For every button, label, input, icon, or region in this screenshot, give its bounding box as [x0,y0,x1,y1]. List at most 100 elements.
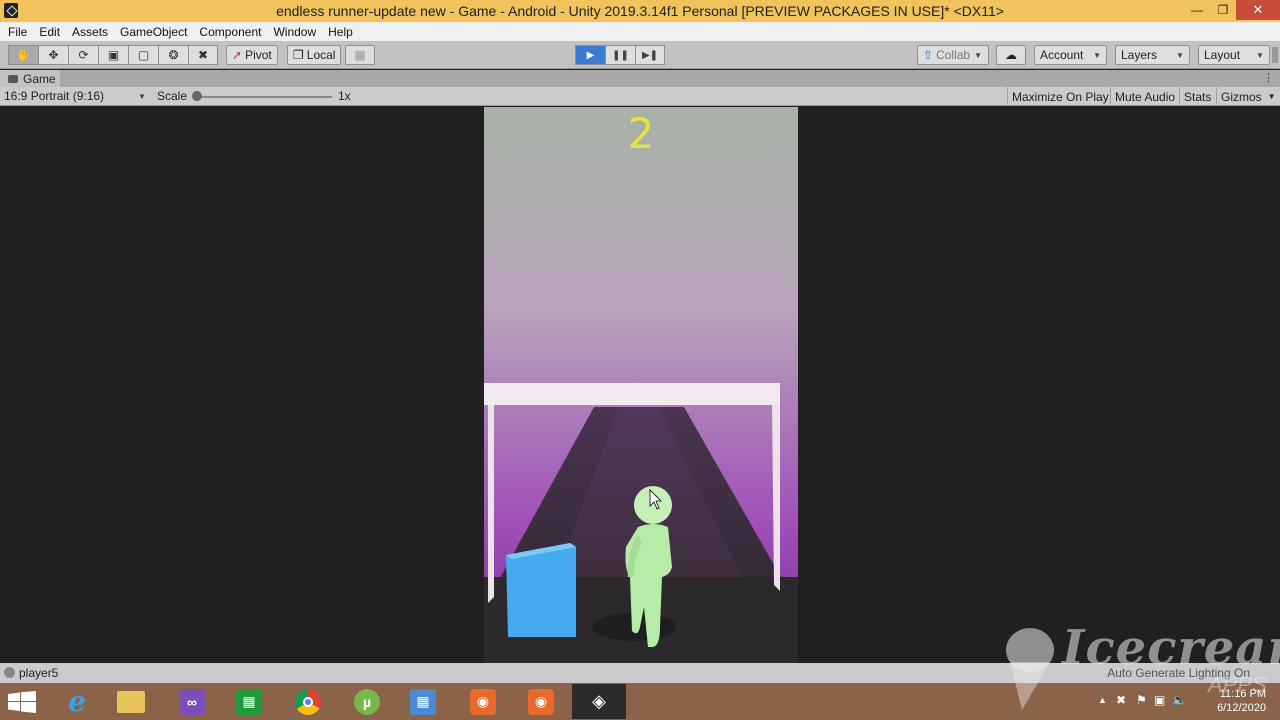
account-label: Account [1040,48,1084,62]
transform-tool-button[interactable]: ❂ [158,45,188,65]
close-button[interactable]: ✕ [1236,0,1280,20]
watermark-sub: APPS [1208,672,1267,697]
taskbar-unity[interactable]: ◈ [572,684,626,719]
window-title: endless runner-update new - Game - Andro… [276,3,1004,19]
scale-slider-handle[interactable] [192,91,202,101]
gate-top-beam [484,383,780,405]
gizmos-label: Gizmos [1221,89,1262,104]
taskbar-visual-studio[interactable]: ∞ [165,684,219,719]
step-button[interactable]: ▶❚ [635,45,665,65]
mute-audio-toggle[interactable]: Mute Audio [1110,87,1179,106]
chevron-down-icon: ▼ [1267,92,1276,101]
play-button[interactable]: ▶ [575,45,605,65]
screen-recorder-icon: ◉ [528,688,554,715]
menu-file[interactable]: File [2,23,33,41]
title-bar: endless runner-update new - Game - Andro… [0,0,1280,22]
maximize-on-play-toggle[interactable]: Maximize On Play [1007,87,1113,106]
main-toolbar: ✋ ✥ ⟳ ▣ ▢ ❂ ✖ ➚ Pivot ❐ Local ▦ ▶ ❚❚ ▶❚ … [0,41,1280,69]
grid-snap-icon: ▦ [354,48,366,62]
scale-label: Scale [157,89,188,103]
game-render-view[interactable]: 2 [484,107,798,663]
windows-start-icon[interactable] [8,691,36,713]
chrome-icon [295,688,321,715]
folder-icon [117,690,145,713]
store-icon: ▦ [236,688,262,715]
hand-tool-button[interactable]: ✋ [8,45,38,65]
chevron-down-icon: ▼ [1256,50,1264,60]
utorrent-icon: µ [354,688,380,715]
gate-left-post [488,405,494,603]
cloud-button[interactable]: ☁ [996,45,1026,65]
menu-window[interactable]: Window [267,23,322,41]
taskbar-internet-explorer[interactable]: e [50,684,104,719]
pause-button[interactable]: ❚❚ [605,45,635,65]
chevron-down-icon: ▼ [974,50,983,60]
menu-help[interactable]: Help [322,23,359,41]
snap-button[interactable]: ▦ [345,45,375,65]
game-view-controls: 16:9 Portrait (9:16) ▼ Scale 1x Maximize… [0,87,1280,106]
scale-icon: ▣ [107,48,120,62]
collab-dropdown[interactable]: ⇧ Collab ▼ [917,45,989,65]
rotate-icon: ⟳ [78,48,89,62]
remote-desktop-icon: ▦ [410,688,436,715]
menu-gameobject[interactable]: GameObject [114,23,193,41]
taskbar-file-explorer[interactable] [104,684,158,719]
account-dropdown[interactable]: Account ▼ [1034,45,1107,65]
transform-icon: ❂ [168,48,179,62]
playback-controls: ▶ ❚❚ ▶❚ [575,45,665,65]
pivot-toggle[interactable]: ➚ Pivot [226,45,278,65]
menu-edit[interactable]: Edit [33,23,66,41]
maximize-label: Maximize On Play [1012,89,1109,104]
game-scene [484,383,798,663]
restore-button[interactable]: ❐ [1210,0,1236,20]
custom-tool-button[interactable]: ✖ [188,45,218,65]
stats-toggle[interactable]: Stats [1179,87,1215,106]
scale-slider-track[interactable] [196,96,332,98]
gizmos-dropdown[interactable]: Gizmos ▼ [1216,87,1280,106]
pivot-icon: ➚ [232,48,243,62]
console-message[interactable]: player5 [19,666,58,680]
layers-dropdown[interactable]: Layers ▼ [1115,45,1190,65]
play-icon: ▶ [586,49,595,61]
chevron-down-icon: ▼ [138,92,146,101]
minimize-button[interactable]: — [1184,0,1210,20]
step-icon: ▶❚ [641,49,659,61]
visual-studio-icon: ∞ [179,688,205,715]
local-toggle[interactable]: ❐ Local [287,45,342,65]
tab-game[interactable]: Game [0,70,60,87]
taskbar-icecream-recorder[interactable]: ◉ [514,684,568,719]
local-icon: ❐ [293,48,304,62]
toolbar-scrollbar[interactable] [1272,47,1278,63]
hand-icon: ✋ [16,48,31,62]
rect-tool-button[interactable]: ▢ [128,45,158,65]
taskbar-store[interactable]: ▦ [222,684,276,719]
menu-bar: File Edit Assets GameObject Component Wi… [0,22,1280,41]
gamepad-icon [8,74,18,83]
resolution-dropdown[interactable]: 16:9 Portrait (9:16) [4,89,104,103]
taskbar-utorrent[interactable]: µ [340,684,394,719]
stats-label: Stats [1184,89,1212,104]
chevron-down-icon: ▼ [1176,50,1184,60]
menu-component[interactable]: Component [193,23,267,41]
camera-app-icon: ◉ [470,688,496,715]
icecream-apps-watermark: Icecream APPS [1000,620,1280,720]
scale-tool-button[interactable]: ▣ [98,45,128,65]
local-label: Local [306,48,336,62]
tools-icon: ✖ [197,48,209,62]
rotate-tool-button[interactable]: ⟳ [68,45,98,65]
taskbar-app-orange[interactable]: ◉ [456,684,510,719]
collab-label: Collab [936,48,971,62]
mute-label: Mute Audio [1115,89,1176,104]
move-tool-button[interactable]: ✥ [38,45,68,65]
layout-dropdown[interactable]: Layout ▼ [1198,45,1270,65]
cloud-icon: ☁ [1005,48,1017,62]
player-head [634,486,672,524]
game-tab-strip: Game ⋮ [0,70,1280,87]
ice-cream-logo-icon [1006,628,1054,710]
tab-menu-icon[interactable]: ⋮ [1263,71,1274,84]
menu-assets[interactable]: Assets [66,23,114,41]
taskbar-chrome[interactable] [281,684,335,719]
internet-explorer-icon: e [68,685,86,718]
taskbar-remote-desktop[interactable]: ▦ [396,684,450,719]
pivot-label: Pivot [245,48,272,62]
